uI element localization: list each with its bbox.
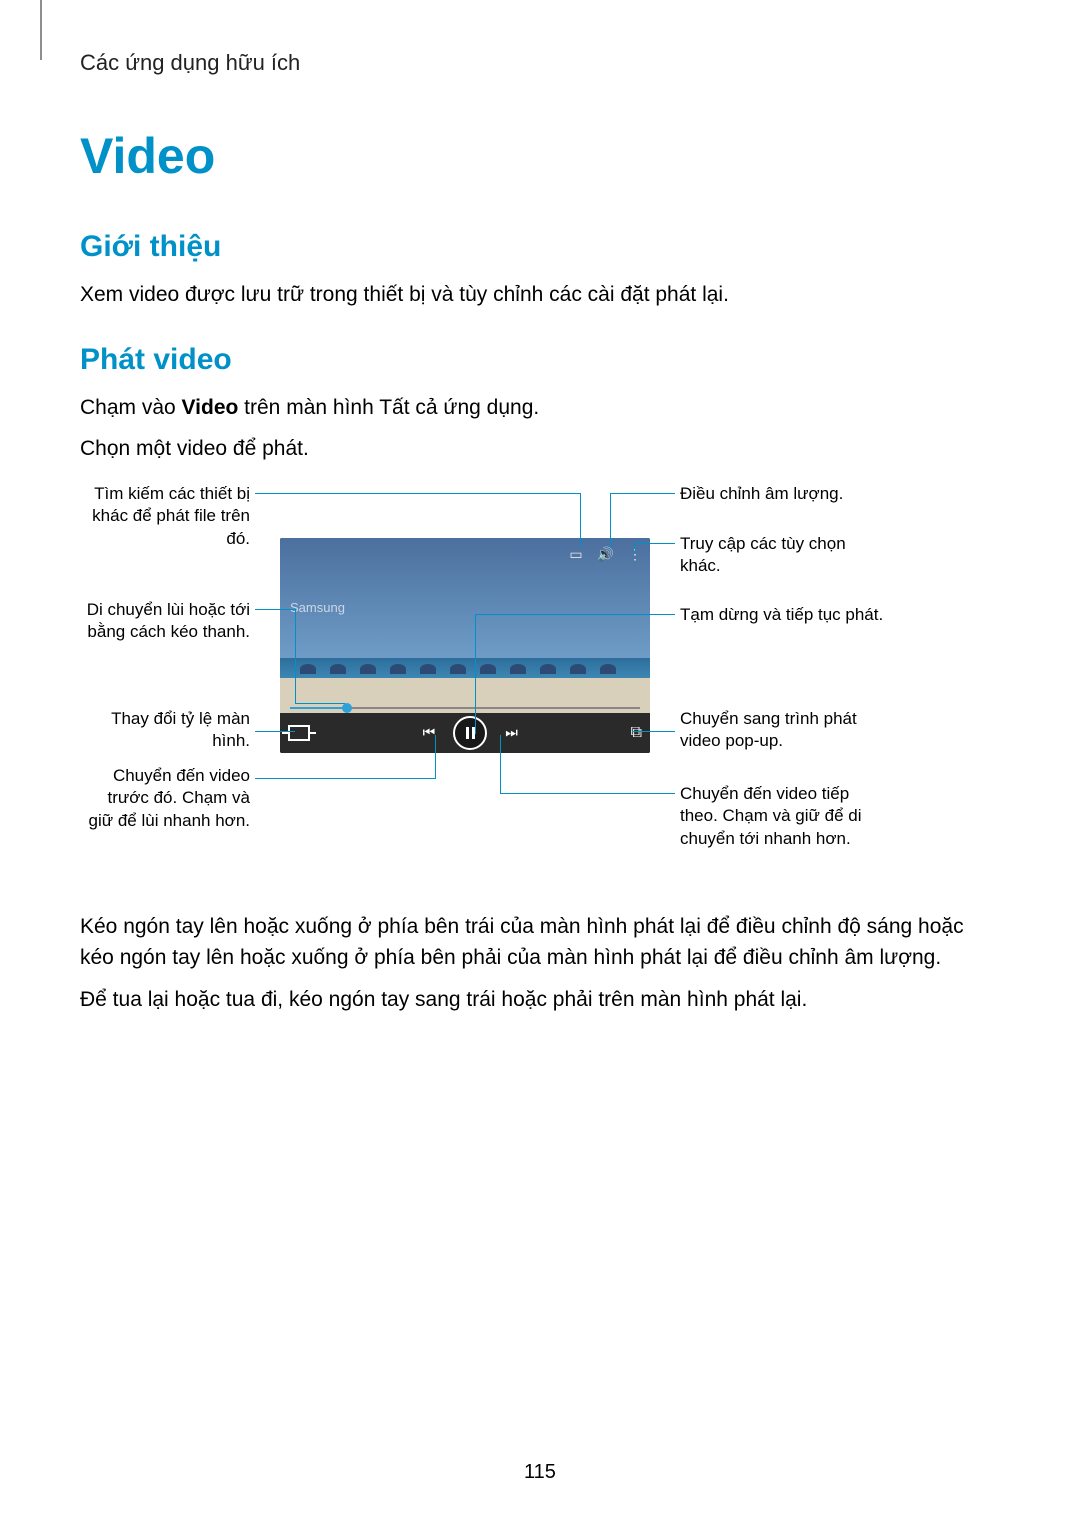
p1-post: trên màn hình Tất cả ứng dụng. (238, 396, 539, 419)
breadcrumb: Các ứng dụng hữu ích (80, 46, 1000, 79)
skip-next-icon[interactable]: ⏭ (505, 722, 518, 743)
leader (500, 793, 675, 794)
video-player-screenshot: Samsung ▭ 🔊 ⋮ ⏮ ⏭ (280, 538, 650, 753)
intro-paragraph: Xem video được lưu trữ trong thiết bị và… (80, 279, 1000, 311)
leader (610, 493, 675, 494)
pause-button[interactable] (453, 716, 487, 750)
popup-icon: ⧉ (631, 721, 642, 745)
leader (610, 493, 611, 548)
leader (475, 614, 675, 615)
leader (255, 778, 435, 779)
aspect-ratio-button[interactable] (288, 725, 310, 741)
manual-page: Các ứng dụng hữu ích Video Giới thiệu Xe… (0, 0, 1080, 1527)
p1-bold: Video (182, 396, 239, 419)
callout-popup: Chuyển sang trình phát video pop-up. (680, 708, 890, 754)
volume-icon[interactable]: 🔊 (597, 544, 614, 565)
leader (255, 493, 580, 494)
page-number: 115 (0, 1457, 1080, 1487)
after-figure-p2: Để tua lại hoặc tua đi, kéo ngón tay san… (80, 984, 1000, 1016)
leader (500, 735, 501, 794)
callout-aspect: Thay đổi tỷ lệ màn hình. (80, 708, 250, 754)
side-rule (40, 0, 42, 60)
umbrella-row (280, 656, 650, 686)
play-paragraph-2: Chọn một video để phát. (80, 433, 1000, 465)
scrubber[interactable] (280, 703, 650, 713)
after-figure-p1: Kéo ngón tay lên hoặc xuống ở phía bên t… (80, 911, 1000, 974)
leader (635, 543, 636, 553)
callout-volume: Điều chỉnh âm lượng. (680, 483, 890, 506)
callout-prev: Chuyển đến video trước đó. Chạm và giữ đ… (80, 765, 250, 834)
callout-pause: Tạm dừng và tiếp tục phát. (680, 604, 890, 627)
leader (475, 614, 476, 734)
callout-search-devices: Tìm kiếm các thiết bị khác để phát file … (80, 483, 250, 552)
aspect-icon (288, 725, 310, 741)
pause-icon (466, 727, 475, 739)
leader (435, 735, 436, 779)
leader (635, 543, 675, 544)
callout-more: Truy cập các tùy chọn khác. (680, 533, 890, 579)
p1-pre: Chạm vào (80, 396, 182, 419)
callout-next: Chuyển đến video tiếp theo. Chạm và giữ … (680, 783, 890, 852)
callout-scrub: Di chuyển lùi hoặc tới bằng cách kéo tha… (80, 599, 250, 645)
video-title-overlay: Samsung (290, 598, 345, 618)
page-title: Video (80, 119, 1000, 194)
leader (580, 493, 581, 548)
video-player-figure: Samsung ▭ 🔊 ⋮ ⏮ ⏭ (80, 483, 1000, 893)
scrubber-fill (290, 707, 345, 709)
section-heading-intro: Giới thiệu (80, 224, 1000, 269)
leader (295, 703, 345, 704)
play-paragraph-1: Chạm vào Video trên màn hình Tất cả ứng … (80, 392, 1000, 424)
leader (632, 731, 675, 732)
section-heading-play: Phát video (80, 337, 1000, 382)
control-bar: ⏮ ⏭ ⧉ (280, 713, 650, 753)
popup-player-button[interactable]: ⧉ (631, 721, 642, 745)
skip-prev-icon[interactable]: ⏮ (423, 722, 436, 743)
leader (295, 609, 296, 704)
scrubber-thumb[interactable] (342, 703, 352, 713)
leader (255, 609, 295, 610)
leader (255, 731, 295, 732)
